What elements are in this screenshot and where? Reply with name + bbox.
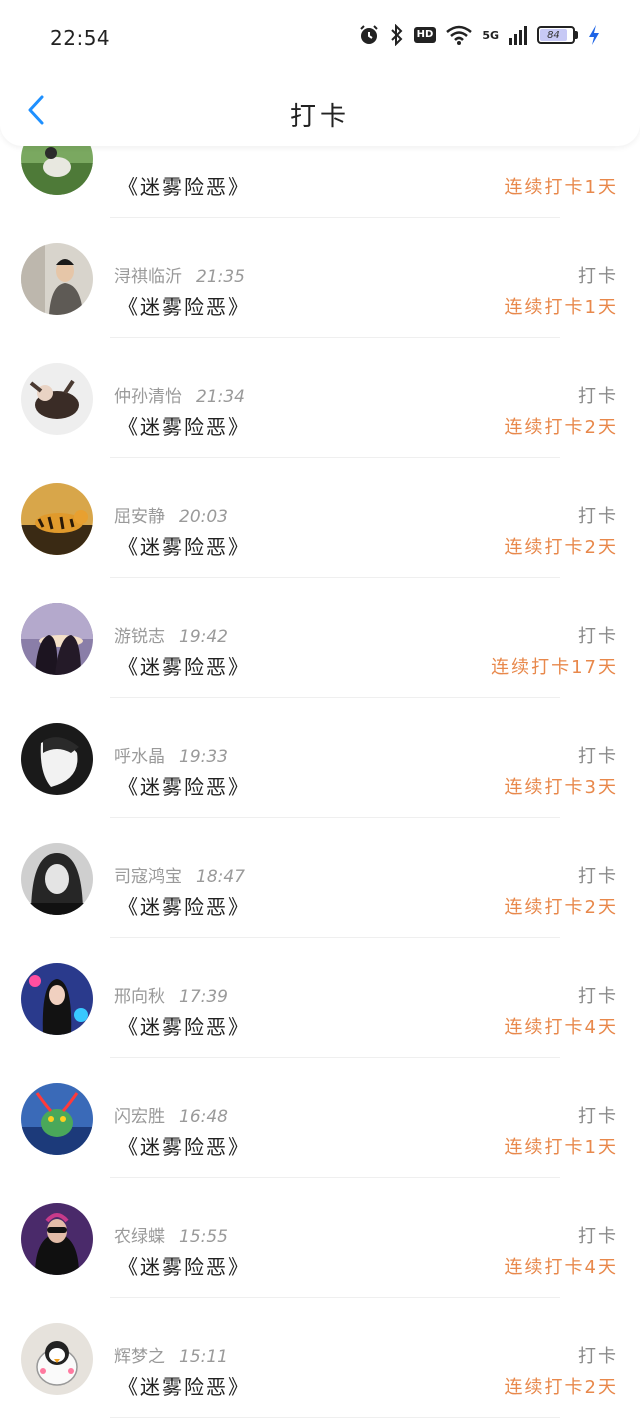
streak-label: 连续打卡2天 xyxy=(504,537,618,558)
book-title: 《迷雾险恶》 xyxy=(118,175,250,199)
list-item[interactable]: 浔祺临沂 21:35 《迷雾险恶》 打卡 连续打卡1天 xyxy=(0,218,640,338)
user-name: 辉梦之 xyxy=(114,1347,165,1367)
alarm-icon xyxy=(358,24,380,46)
checkin-label: 打卡 xyxy=(578,506,618,527)
status-bar: 22:54 HD 5G 84 xyxy=(0,0,640,70)
bluetooth-icon xyxy=(390,24,404,46)
user-name-line: 司寇鸿宝 18:47 xyxy=(114,862,245,887)
user-name-line: 屈安静 20:03 xyxy=(114,502,228,527)
checkin-time: 17:39 xyxy=(179,987,228,1007)
avatar xyxy=(21,1083,93,1155)
user-name: 屈安静 xyxy=(114,507,165,527)
streak-label: 连续打卡2天 xyxy=(504,417,618,438)
user-name-line: 游锐志 19:42 xyxy=(114,622,228,647)
status-time: 22:54 xyxy=(50,26,111,50)
avatar xyxy=(21,1203,93,1275)
list-item[interactable]: 呼水晶 19:33 《迷雾险恶》 打卡 连续打卡3天 xyxy=(0,698,640,818)
list-item[interactable]: 仲孙清怡 21:34 《迷雾险恶》 打卡 连续打卡2天 xyxy=(0,338,640,458)
book-title: 《迷雾险恶》 xyxy=(118,535,250,559)
checkin-label: 打卡 xyxy=(578,866,618,887)
user-name: 农绿蝶 xyxy=(114,1227,165,1247)
user-name: 司寇鸿宝 xyxy=(114,867,182,887)
streak-label: 连续打卡2天 xyxy=(504,1377,618,1398)
book-title: 《迷雾险恶》 xyxy=(118,1255,250,1279)
list-item[interactable]: 司寇鸿宝 18:47 《迷雾险恶》 打卡 连续打卡2天 xyxy=(0,818,640,938)
checkin-time: 20:03 xyxy=(179,507,228,527)
checkin-time: 21:34 xyxy=(196,387,245,407)
header: 打卡 xyxy=(0,70,640,146)
charging-icon xyxy=(588,24,600,46)
checkin-label: 打卡 xyxy=(578,626,618,647)
list-item[interactable]: 闪宏胜 16:48 《迷雾险恶》 打卡 连续打卡1天 xyxy=(0,1058,640,1178)
network-type: 5G xyxy=(482,28,499,42)
streak-label: 连续打卡2天 xyxy=(504,897,618,918)
book-title: 《迷雾险恶》 xyxy=(118,775,250,799)
user-name-line: 浔祺临沂 21:35 xyxy=(114,262,245,287)
checkin-label: 打卡 xyxy=(578,1106,618,1127)
avatar xyxy=(21,963,93,1035)
status-icons: HD 5G 84 xyxy=(358,24,600,46)
user-name-line: 闪宏胜 16:48 xyxy=(114,1102,228,1127)
checkin-label: 打卡 xyxy=(578,986,618,1007)
user-name-line: 仲孙清怡 21:34 xyxy=(114,382,245,407)
avatar xyxy=(21,843,93,915)
user-name-line: 辉梦之 15:11 xyxy=(114,1342,228,1367)
user-name: 浔祺临沂 xyxy=(114,267,182,287)
user-name: 仲孙清怡 xyxy=(114,387,182,407)
user-name: 游锐志 xyxy=(114,627,165,647)
avatar xyxy=(21,603,93,675)
checkin-label: 打卡 xyxy=(578,386,618,407)
checkin-label: 打卡 xyxy=(578,1346,618,1367)
book-title: 《迷雾险恶》 xyxy=(118,295,250,319)
checkin-time: 16:48 xyxy=(179,1107,228,1127)
avatar xyxy=(21,483,93,555)
book-title: 《迷雾险恶》 xyxy=(118,1015,250,1039)
streak-label: 连续打卡17天 xyxy=(491,657,618,678)
user-name: 闪宏胜 xyxy=(114,1107,165,1127)
page-title: 打卡 xyxy=(289,102,350,132)
checkin-time: 19:33 xyxy=(179,747,228,767)
user-name-line: 农绿蝶 15:55 xyxy=(114,1222,228,1247)
book-title: 《迷雾险恶》 xyxy=(118,1375,250,1399)
hd-badge: HD xyxy=(413,27,437,43)
user-name: 邢向秋 xyxy=(114,987,165,1007)
book-title: 《迷雾险恶》 xyxy=(118,1135,250,1159)
user-name-line: 邢向秋 17:39 xyxy=(114,982,228,1007)
checkin-time: 18:47 xyxy=(196,867,245,887)
streak-label: 连续打卡1天 xyxy=(504,1137,618,1158)
list-item[interactable]: 游锐志 19:42 《迷雾险恶》 打卡 连续打卡17天 xyxy=(0,578,640,698)
checkin-label: 打卡 xyxy=(578,266,618,287)
list-item[interactable]: 农绿蝶 15:55 《迷雾险恶》 打卡 连续打卡4天 xyxy=(0,1178,640,1298)
signal-icon xyxy=(509,25,527,45)
checkin-label: 打卡 xyxy=(578,746,618,767)
book-title: 《迷雾险恶》 xyxy=(118,655,250,679)
battery-level: 84 xyxy=(547,29,560,41)
streak-label: 连续打卡1天 xyxy=(504,177,618,198)
streak-label: 连续打卡3天 xyxy=(504,777,618,798)
checkin-label: 打卡 xyxy=(578,1226,618,1247)
streak-label: 连续打卡1天 xyxy=(504,297,618,318)
checkin-time: 19:42 xyxy=(179,627,228,647)
list-item[interactable]: 辉梦之 15:11 《迷雾险恶》 打卡 连续打卡2天 xyxy=(0,1298,640,1418)
avatar xyxy=(21,363,93,435)
streak-label: 连续打卡4天 xyxy=(504,1257,618,1278)
list-item[interactable]: 屈安静 20:03 《迷雾险恶》 打卡 连续打卡2天 xyxy=(0,458,640,578)
checkin-time: 21:35 xyxy=(196,267,245,287)
streak-label: 连续打卡4天 xyxy=(504,1017,618,1038)
avatar xyxy=(21,723,93,795)
battery-icon: 84 xyxy=(537,26,578,44)
list-item[interactable]: 邢向秋 17:39 《迷雾险恶》 打卡 连续打卡4天 xyxy=(0,938,640,1058)
checkin-time: 15:55 xyxy=(179,1227,228,1247)
book-title: 《迷雾险恶》 xyxy=(118,415,250,439)
user-name: 呼水晶 xyxy=(114,747,165,767)
book-title: 《迷雾险恶》 xyxy=(118,895,250,919)
wifi-icon xyxy=(446,25,473,45)
avatar xyxy=(21,243,93,315)
avatar xyxy=(21,1323,93,1395)
checkin-time: 15:11 xyxy=(179,1347,228,1367)
user-name-line: 呼水晶 19:33 xyxy=(114,742,228,767)
